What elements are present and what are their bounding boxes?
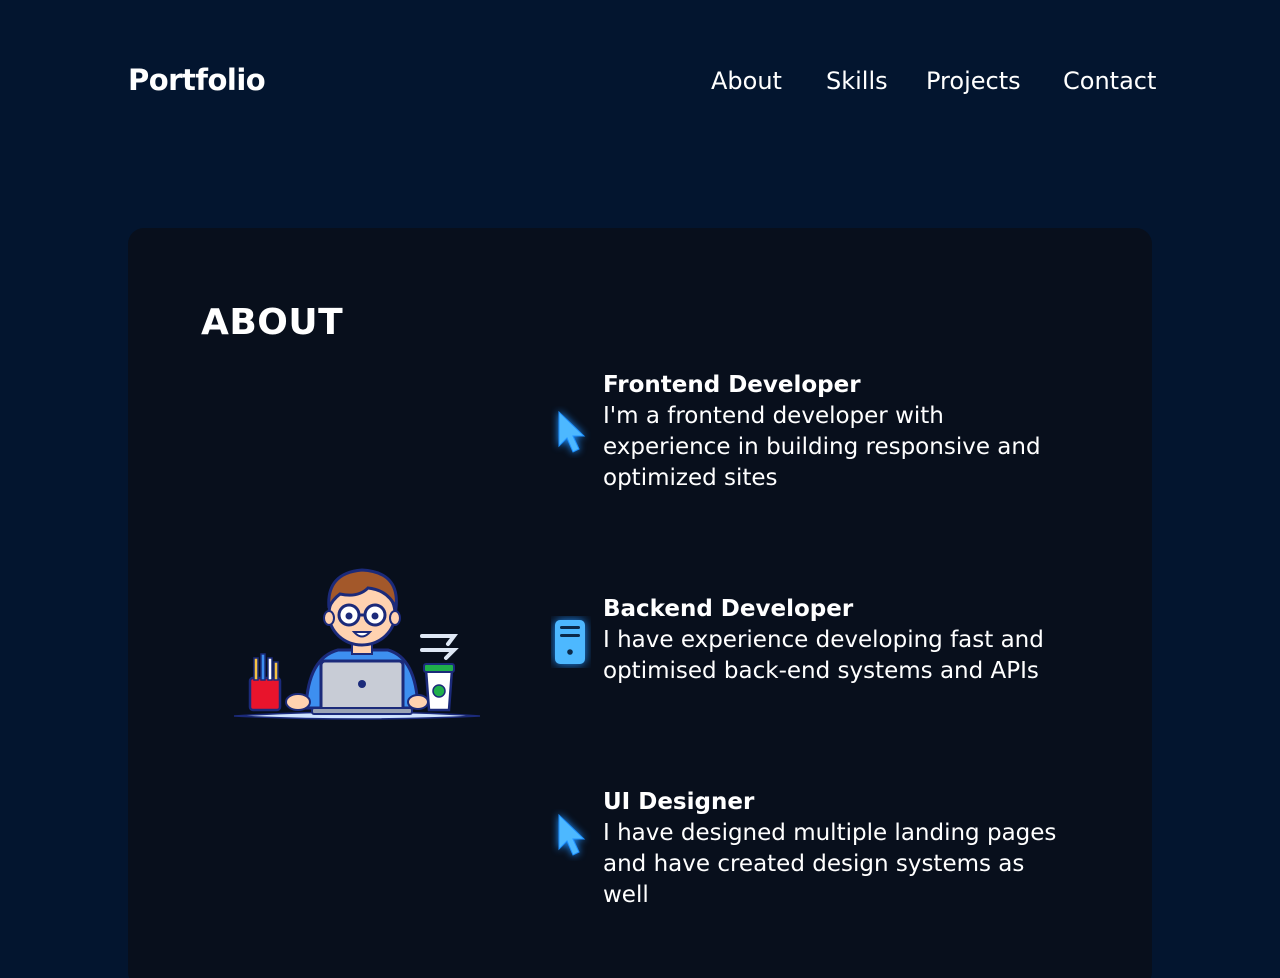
item-title: Frontend Developer (603, 372, 861, 398)
item-title: UI Designer (603, 789, 755, 815)
section-title: ABOUT (201, 302, 344, 343)
item-description: I have designed multiple landing pages a… (603, 820, 1057, 908)
site-logo[interactable]: Portfolio (128, 62, 266, 98)
page: Portfolio About Skills Projects Contact … (0, 0, 1280, 978)
about-item-text: Frontend Developer I'm a frontend develo… (603, 370, 1073, 494)
developer-illustration (233, 568, 481, 720)
about-section: ABOUT Frontend Developer I'm a frontend … (128, 228, 1152, 978)
item-description: I have experience developing fast and op… (603, 627, 1044, 684)
nav-link-about[interactable]: About (711, 64, 782, 98)
about-item-text: Backend Developer I have experience deve… (603, 594, 1073, 687)
nav-link-skills[interactable]: Skills (826, 64, 888, 98)
nav-link-contact[interactable]: Contact (1063, 64, 1156, 98)
nav-link-projects[interactable]: Projects (926, 64, 1021, 98)
site-header: Portfolio About Skills Projects Contact (128, 58, 1156, 104)
cursor-icon (558, 410, 586, 453)
item-description: I'm a frontend developer with experience… (603, 403, 1041, 491)
item-title: Backend Developer (603, 596, 854, 622)
server-icon (555, 620, 585, 664)
cursor-icon (558, 813, 586, 856)
about-item-text: UI Designer I have designed multiple lan… (603, 787, 1073, 911)
